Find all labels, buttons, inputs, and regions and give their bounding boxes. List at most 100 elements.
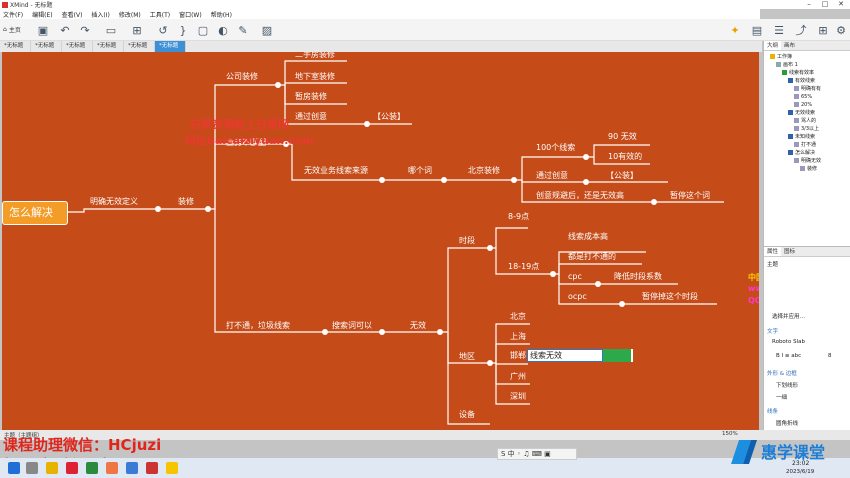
- mindmap-canvas[interactable]: 怎么解决 明确无效定义 装修 公司装修 二手房装修 地下室装修 暂房装修 通过创…: [2, 52, 759, 430]
- topic-edit-input[interactable]: 线索无效: [527, 349, 603, 362]
- topic-beijing[interactable]: 北京: [510, 312, 526, 322]
- app-task-icon[interactable]: [86, 462, 98, 474]
- collapse-dot[interactable]: [155, 206, 161, 212]
- note-icon[interactable]: ✎: [236, 23, 250, 37]
- font-select[interactable]: Roboto Slab: [772, 339, 805, 345]
- collapse-dot[interactable]: [379, 329, 385, 335]
- topic-second-hand[interactable]: 二手房装修: [295, 52, 335, 60]
- menu-edit[interactable]: 编辑(E): [32, 10, 52, 19]
- outline-item[interactable]: 装修: [800, 166, 817, 173]
- outline-item[interactable]: 打不通: [794, 142, 816, 149]
- doc-tab[interactable]: *无标题: [62, 41, 93, 52]
- menu-insert[interactable]: 插入(I): [91, 10, 109, 19]
- topic-cheap[interactable]: 暂房装修: [295, 92, 327, 102]
- topic-which[interactable]: 哪个词: [408, 166, 432, 176]
- topic-company[interactable]: 公司装修: [226, 72, 258, 82]
- doc-tab[interactable]: *无标题: [93, 41, 124, 52]
- wps-task-icon[interactable]: [146, 462, 158, 474]
- topic-100-leads[interactable]: 100个线索: [536, 143, 575, 153]
- topic-after-avoid[interactable]: 创意规避后，还是无效高: [536, 191, 624, 201]
- topic-bracket-public[interactable]: 【公装】: [606, 171, 638, 181]
- outline-item[interactable]: 画布 1: [776, 62, 798, 69]
- collapse-dot[interactable]: [487, 360, 493, 366]
- boundary-icon[interactable]: ▢: [196, 23, 210, 37]
- topic-decor[interactable]: 装修: [178, 197, 194, 207]
- topic-pause-period[interactable]: 暂停掉这个时段: [642, 292, 698, 302]
- redo-icon[interactable]: ↷: [78, 23, 92, 37]
- font-size[interactable]: 8: [828, 353, 832, 359]
- outline-item[interactable]: 有效线索: [788, 78, 815, 85]
- doc-tab[interactable]: *无标题: [0, 41, 31, 52]
- topic-bj-decor[interactable]: 北京装修: [468, 166, 500, 176]
- topic-guangzhou[interactable]: 广州: [510, 372, 526, 382]
- collapse-dot[interactable]: [437, 329, 443, 335]
- outline-item[interactable]: 线索有效率: [782, 70, 814, 77]
- relationship-icon[interactable]: ↺: [156, 23, 170, 37]
- grid-icon[interactable]: ⊞: [816, 23, 830, 37]
- collapse-dot[interactable]: [487, 245, 493, 251]
- tab-canvas[interactable]: 画布: [781, 41, 798, 50]
- xmind-task-icon[interactable]: [66, 462, 78, 474]
- presentation-icon[interactable]: ▤: [750, 23, 764, 37]
- topic-creative[interactable]: 通过创意: [295, 112, 327, 122]
- image-icon[interactable]: ▨: [260, 23, 274, 37]
- summary-icon[interactable]: }: [176, 23, 190, 37]
- menu-window[interactable]: 窗口(W): [179, 10, 202, 19]
- menu-view[interactable]: 查看(V): [62, 10, 83, 19]
- collapse-dot[interactable]: [583, 179, 589, 185]
- save-icon[interactable]: ▣: [36, 23, 50, 37]
- outline-item[interactable]: 明确无效: [794, 158, 821, 165]
- outline-item[interactable]: 未知线索: [788, 134, 815, 141]
- line-shape-select[interactable]: 圆角折线: [776, 419, 798, 427]
- topic-shenzhen[interactable]: 深圳: [510, 392, 526, 402]
- menu-tools[interactable]: 工具(T): [150, 10, 170, 19]
- topic-device[interactable]: 设备: [459, 410, 475, 420]
- windows-start-icon[interactable]: [8, 462, 20, 474]
- outliner-icon[interactable]: ☰: [772, 23, 786, 37]
- topic-ocpc[interactable]: ocpc: [568, 292, 587, 302]
- topic-call-fail[interactable]: 打不通，垃圾线索: [226, 321, 290, 331]
- menu-file[interactable]: 文件(F): [3, 10, 23, 19]
- collapse-dot[interactable]: [379, 177, 385, 183]
- topic-creative2[interactable]: 通过创意: [536, 171, 568, 181]
- collapse-dot[interactable]: [583, 154, 589, 160]
- topic-time[interactable]: 时段: [459, 236, 475, 246]
- topic-invalid[interactable]: 无效: [410, 321, 426, 331]
- collapse-dot[interactable]: [550, 271, 556, 277]
- topic-8-9[interactable]: 8-9点: [508, 212, 529, 222]
- close-button[interactable]: ✕: [834, 0, 848, 9]
- topic-90-invalid[interactable]: 90 无效: [608, 132, 637, 142]
- central-topic[interactable]: 怎么解决: [2, 201, 68, 225]
- maximize-button[interactable]: □: [818, 0, 832, 9]
- doc-tab[interactable]: *无标题: [31, 41, 62, 52]
- collapse-dot[interactable]: [651, 199, 657, 205]
- tab-properties[interactable]: 属性: [764, 247, 782, 256]
- collapse-dot[interactable]: [511, 177, 517, 183]
- outline-item[interactable]: 20%: [794, 102, 812, 109]
- collapse-dot[interactable]: [441, 177, 447, 183]
- doc-tab[interactable]: *无标题: [124, 41, 155, 52]
- tab-icons[interactable]: 图标: [781, 247, 798, 256]
- topic-shanghai[interactable]: 上海: [510, 332, 526, 342]
- collapse-dot[interactable]: [595, 281, 601, 287]
- app-task-icon[interactable]: [166, 462, 178, 474]
- topic-search-ok[interactable]: 搜索词可以: [332, 321, 372, 331]
- topic-handan[interactable]: 邯郸: [510, 351, 526, 361]
- outline-item[interactable]: 3/3以上: [794, 126, 819, 133]
- menu-help[interactable]: 帮助(H): [211, 10, 232, 19]
- topic-pause-word[interactable]: 暂停这个词: [670, 191, 710, 201]
- topic-basement[interactable]: 地下室装修: [295, 72, 335, 82]
- topic-18-19[interactable]: 18-19点: [508, 262, 539, 272]
- undo-icon[interactable]: ↶: [58, 23, 72, 37]
- topic-region[interactable]: 地区: [459, 352, 475, 362]
- tab-outline[interactable]: 大纲: [764, 41, 782, 50]
- topic-10-valid[interactable]: 10有效的: [608, 152, 642, 162]
- collapse-dot[interactable]: [322, 329, 328, 335]
- topic-cost-high[interactable]: 线索成本高: [568, 232, 608, 242]
- collapse-dot[interactable]: [364, 121, 370, 127]
- outline-item[interactable]: 65%: [794, 94, 812, 101]
- border-select[interactable]: 一细: [776, 393, 787, 401]
- folder-icon[interactable]: [46, 462, 58, 474]
- topic-all-fail[interactable]: 都是打不通的: [568, 252, 616, 262]
- outline-item[interactable]: 骂人的: [794, 118, 816, 125]
